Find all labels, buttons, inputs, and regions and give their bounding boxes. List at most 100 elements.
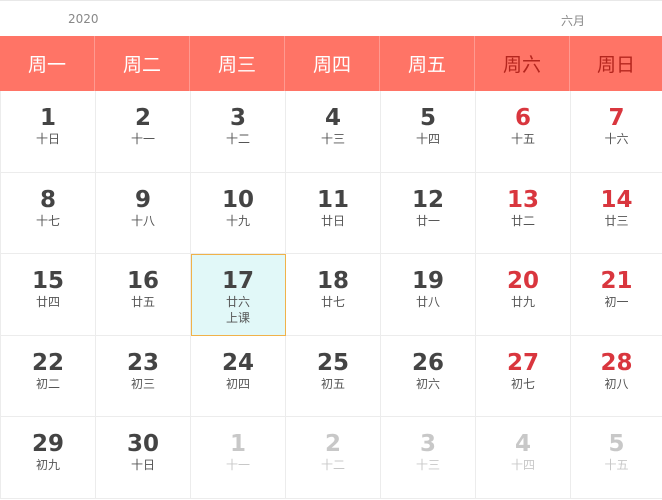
- day-number: 17: [221, 268, 254, 295]
- lunar-date: 廿五: [130, 295, 155, 310]
- calendar-topbar: 2020 六月: [0, 0, 662, 36]
- lunar-date: 廿一: [415, 213, 440, 228]
- day-number: 3: [229, 105, 246, 131]
- lunar-date: 初七: [510, 376, 535, 391]
- weekday-header: 周四: [285, 36, 380, 91]
- lunar-date: 廿九: [510, 295, 535, 310]
- day-number: 18: [316, 268, 349, 295]
- day-number: 4: [324, 105, 341, 131]
- day-number: 22: [31, 349, 64, 376]
- lunar-date: 初三: [130, 376, 155, 391]
- day-number: 9: [134, 186, 151, 213]
- day-number: 19: [411, 268, 444, 295]
- day-number: 16: [126, 268, 159, 295]
- day-cell[interactable]: 23 初三: [96, 335, 191, 418]
- lunar-date: 十三: [415, 458, 440, 473]
- day-number: 30: [126, 431, 159, 458]
- day-cell-next-month[interactable]: 5 十五: [571, 417, 662, 499]
- weekday-header-row: 周一 周二 周三 周四 周五 周六 周日: [0, 36, 662, 91]
- day-cell[interactable]: 3 十二: [191, 91, 286, 173]
- day-cell[interactable]: 9 十八: [96, 172, 191, 255]
- day-cell[interactable]: 16 廿五: [96, 254, 191, 336]
- day-number: 21: [600, 268, 633, 295]
- weekday-header: 周一: [0, 36, 95, 91]
- day-cell[interactable]: 18 廿七: [286, 254, 381, 336]
- day-number: 26: [411, 349, 444, 376]
- lunar-date: 十七: [35, 213, 60, 228]
- lunar-date: 十日: [35, 132, 60, 146]
- day-number: 4: [514, 431, 531, 458]
- lunar-date: 廿日: [320, 213, 345, 228]
- day-number: 29: [31, 431, 64, 458]
- lunar-date: 十九: [225, 213, 250, 228]
- lunar-date: 廿二: [510, 213, 535, 228]
- day-cell[interactable]: 7 十六: [571, 91, 662, 173]
- weekday-header: 周日: [596, 54, 635, 76]
- day-cell[interactable]: 22 初二: [1, 335, 96, 418]
- day-cell[interactable]: 8 十七: [1, 172, 96, 255]
- day-number: 1: [229, 431, 246, 458]
- day-cell[interactable]: 21 初一: [571, 254, 662, 336]
- year-label[interactable]: 2020: [68, 12, 99, 26]
- day-cell[interactable]: 11 廿日: [286, 172, 381, 255]
- lunar-date: 廿八: [415, 295, 440, 310]
- day-cell[interactable]: 4 十三: [286, 91, 381, 173]
- day-number: 1: [39, 105, 56, 131]
- day-cell[interactable]: 26 初六: [381, 335, 476, 418]
- day-cell-next-month[interactable]: 1 十一: [191, 417, 286, 499]
- day-number: 2: [134, 105, 151, 131]
- day-cell[interactable]: 5 十四: [381, 91, 476, 173]
- day-cell[interactable]: 25 初五: [286, 335, 381, 418]
- lunar-date: 初一: [604, 295, 629, 310]
- day-cell[interactable]: 13 廿二: [476, 172, 571, 255]
- day-number: 15: [31, 268, 64, 295]
- lunar-date: 十五: [604, 458, 629, 473]
- day-number: 7: [608, 105, 625, 131]
- day-number: 5: [608, 431, 625, 458]
- lunar-date: 初九: [35, 458, 60, 473]
- day-number: 5: [419, 105, 436, 131]
- day-cell[interactable]: 28 初八: [571, 336, 662, 418]
- weekday-header: 周六: [475, 36, 570, 91]
- lunar-date: 十日: [130, 458, 155, 473]
- lunar-date: 十五: [510, 132, 535, 146]
- day-cell[interactable]: 2 十一: [96, 91, 191, 173]
- weekday-header: 周三: [190, 36, 285, 91]
- lunar-date: 十二: [320, 458, 345, 473]
- day-note: 上课: [225, 311, 250, 326]
- day-cell[interactable]: 24 初四: [191, 335, 286, 418]
- day-number: 27: [506, 349, 539, 376]
- lunar-date: 初六: [415, 376, 440, 391]
- day-number: 24: [221, 349, 254, 376]
- day-cell[interactable]: 10 十九: [191, 172, 286, 255]
- day-cell[interactable]: 19 廿八: [381, 254, 476, 336]
- day-cell[interactable]: 12 廿一: [381, 172, 476, 255]
- calendar: 2020 六月 周一 周二 周三 周四 周五 周六 周日 1 十日 2 十一 3 十二 4 十三 5 十四 6 十…: [0, 0, 662, 500]
- lunar-date: 廿三: [604, 213, 629, 228]
- day-cell[interactable]: 30 十日: [96, 417, 191, 499]
- day-cell[interactable]: 20 廿九: [476, 254, 571, 336]
- lunar-date: 十一: [130, 132, 155, 146]
- day-number: 13: [506, 186, 539, 213]
- day-number: 25: [316, 349, 349, 376]
- day-cell[interactable]: 14 廿三: [571, 173, 662, 255]
- lunar-date: 十二: [225, 132, 250, 146]
- lunar-date: 初八: [604, 376, 629, 391]
- day-number: 20: [506, 268, 539, 295]
- day-cell[interactable]: 29 初九: [1, 417, 96, 499]
- lunar-date: 廿六: [225, 295, 250, 310]
- day-number: 12: [411, 186, 444, 213]
- lunar-date: 廿七: [320, 295, 345, 310]
- month-label[interactable]: 六月: [561, 12, 585, 29]
- day-cell[interactable]: 27 初七: [476, 335, 571, 418]
- day-number: 28: [600, 349, 633, 376]
- day-cell-next-month[interactable]: 2 十二: [286, 417, 381, 499]
- day-number: 8: [39, 186, 56, 213]
- day-cell[interactable]: 6 十五: [476, 91, 571, 173]
- day-cell[interactable]: 1 十日: [1, 91, 96, 173]
- day-cell-next-month[interactable]: 4 十四: [476, 417, 571, 499]
- weekday-header: 周五: [380, 36, 475, 91]
- day-cell-next-month[interactable]: 3 十三: [381, 417, 476, 499]
- day-cell[interactable]: 15 廿四: [1, 254, 96, 336]
- day-cell-today[interactable]: 17 廿六 上课: [191, 254, 286, 336]
